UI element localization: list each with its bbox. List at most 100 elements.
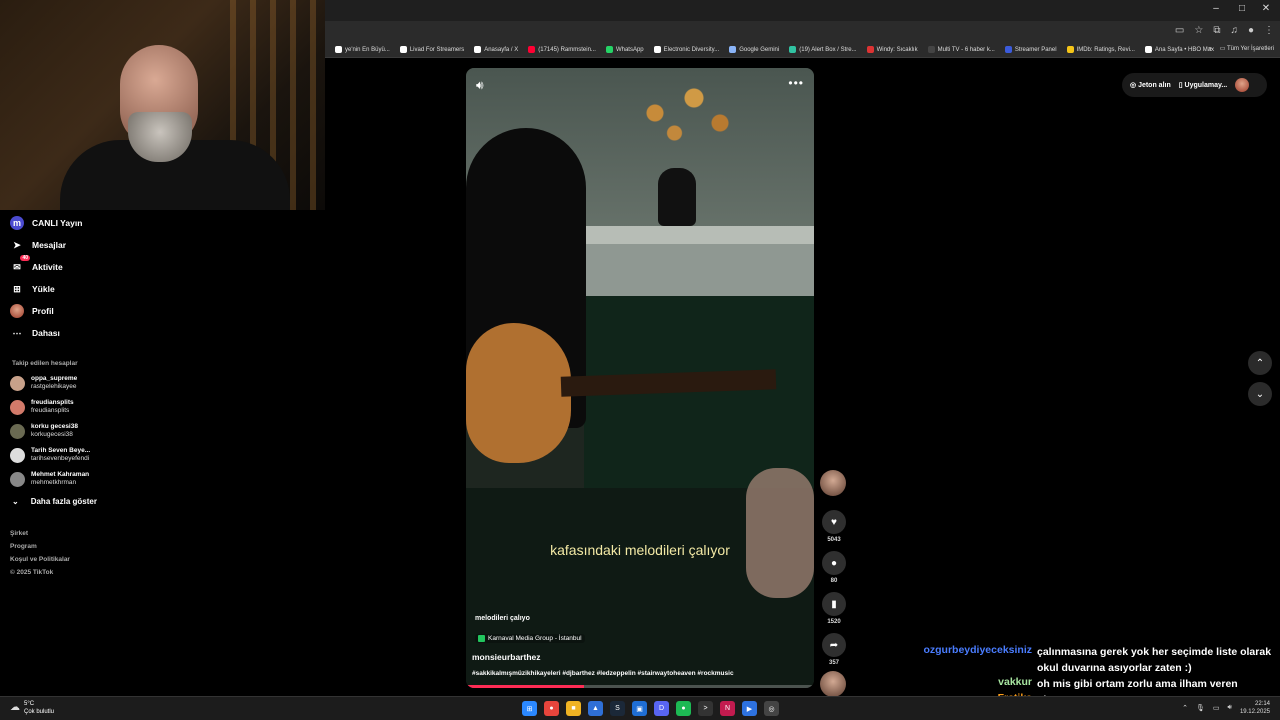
more-options-icon[interactable]: ••• <box>788 76 804 90</box>
footer-link[interactable]: Koşul ve Politikalar <box>10 556 70 563</box>
show-more-label: Daha fazla göster <box>30 497 97 506</box>
followed-account[interactable]: korku gecesi38 korkugecesi38 <box>10 423 78 439</box>
bookmark-favicon-icon <box>605 46 613 53</box>
bookmark-item[interactable]: IMDb: Ratings, Revi... <box>1066 46 1135 53</box>
bookmark-item[interactable]: WhatsApp <box>605 46 644 53</box>
bookmark-favicon-icon <box>789 46 797 53</box>
chrome-icon[interactable]: ● <box>544 701 559 716</box>
sidebar-item-upload[interactable]: ⊞ Yükle <box>10 282 54 296</box>
followed-account-text: freudiansplits freudiansplits <box>31 399 74 415</box>
creator-avatar[interactable] <box>820 470 846 496</box>
network-icon[interactable]: ▭ <box>1213 704 1220 712</box>
bookmark-item[interactable]: Ana Sayfa • HBO Max <box>1144 46 1214 53</box>
chevron-up-icon[interactable]: ⌃ <box>1182 704 1188 712</box>
followed-account[interactable]: Tarih Seven Beye... tarihsevenbeyefendi <box>10 447 90 463</box>
sidebar-item-label: Mesajlar <box>32 240 67 250</box>
terminal-icon[interactable]: > <box>698 701 713 716</box>
app-blue-icon[interactable]: ▲ <box>588 701 603 716</box>
bookmark-label: Streamer Panel <box>1014 46 1057 53</box>
video-player[interactable]: 🔊︎ ••• kafasındaki melodileri çalıyor me… <box>466 68 814 688</box>
video-hashtags[interactable]: #sakkikalmışmüzikhikayeleri #djbarthez #… <box>472 670 734 677</box>
plus-square-icon: ⊞ <box>13 283 21 294</box>
bookmark-item[interactable]: ye'nin En Büyü... <box>335 46 390 53</box>
followed-display-name: korku gecesi38 <box>31 423 78 430</box>
sidebar-item-profile[interactable]: Profil <box>10 304 54 318</box>
speaker-icon[interactable]: 🔊︎ <box>1228 704 1232 712</box>
maximize-button[interactable]: □ <box>1230 3 1254 14</box>
chat-message: ozgurbeydiyeceksiniz çalınmasına gerek yo… <box>900 644 1280 676</box>
bookmark-item[interactable]: Windy: Sıcaklık <box>866 46 918 53</box>
like-button[interactable]: ♥ <box>822 510 846 534</box>
extensions-icon[interactable]: ⧉ <box>1213 25 1220 36</box>
action-rail: ♥ 5043 ● 80 ▮ 1520 ➦ 357 <box>820 470 848 697</box>
bookmark-item[interactable]: Electronic Diversity... <box>653 46 720 53</box>
profile-icon[interactable]: ● <box>1248 25 1254 36</box>
chat-username: vakkur <box>998 676 1032 688</box>
get-app-label: Uygulamay... <box>1184 82 1228 89</box>
app-blue2-icon[interactable]: ▣ <box>632 701 647 716</box>
bookmarks-overflow-button[interactable]: » <box>1208 46 1211 52</box>
following-title: Takip edilen hesaplar <box>12 360 78 367</box>
sound-disc-avatar[interactable] <box>820 671 846 697</box>
steam-icon[interactable]: S <box>610 701 625 716</box>
followed-account[interactable]: freudiansplits freudiansplits <box>10 399 74 415</box>
sidebar-item-live[interactable]: m CANLI Yayın <box>10 216 82 230</box>
sidebar-item-more[interactable]: ⋯ Dahası <box>10 326 60 340</box>
weather-temp: 5°C <box>24 701 35 707</box>
app-red-icon[interactable]: N <box>720 701 735 716</box>
get-coins-button[interactable]: ◎ Jeton alın <box>1130 81 1171 89</box>
ellipsis-icon: ⋯ <box>12 327 22 338</box>
video-author[interactable]: monsieurbarthez <box>472 652 541 662</box>
sidebar-item-label: Profil <box>32 306 54 316</box>
chevron-up-icon: ⌃ <box>1255 357 1265 369</box>
sidebar-item-messages[interactable]: ➤ Mesajlar <box>10 238 66 252</box>
video-title: melodileri çalıyo <box>475 615 530 622</box>
discord-icon[interactable]: D <box>654 701 669 716</box>
media-icon[interactable]: ♫ <box>1230 25 1238 36</box>
followed-account[interactable]: Mehmet Kahraman mehmetkhrman <box>10 471 89 487</box>
footer-link[interactable]: Şirket <box>10 530 28 537</box>
followed-account[interactable]: oppa_supreme rastgelehikayee <box>10 375 77 391</box>
bookmark-item[interactable]: Google Gemini <box>729 46 779 53</box>
all-bookmarks-button[interactable]: ▭ Tüm Yer İşaretleri <box>1220 45 1274 52</box>
bookmark-item[interactable]: Streamer Panel <box>1004 46 1057 53</box>
bookmark-item[interactable]: Multi TV - 6 haber k... <box>927 46 995 53</box>
weather-widget[interactable]: ☁ 5°C Çok bulutlu <box>10 700 54 716</box>
spotify-icon[interactable]: ● <box>676 701 691 716</box>
music-link[interactable]: Karnaval Media Group - İstanbul <box>475 634 585 643</box>
user-avatar[interactable] <box>1235 78 1250 92</box>
bookmark-label: Electronic Diversity... <box>663 46 720 53</box>
bookmark-label: Livad For Streamers <box>409 46 465 53</box>
followed-display-name: freudiansplits <box>31 399 74 406</box>
bookmark-item[interactable]: Anasayfa / X <box>474 46 518 53</box>
video-progress-bar[interactable] <box>466 685 814 688</box>
share-button[interactable]: ➦ <box>822 633 846 657</box>
save-button[interactable]: ▮ <box>822 592 846 616</box>
star-icon[interactable]: ☆ <box>1194 25 1203 36</box>
minimize-button[interactable]: – <box>1204 3 1228 14</box>
get-app-button[interactable]: ▯ Uygulamay... <box>1179 81 1227 89</box>
chat-text: çalınmasına gerek yok her seçimde liste … <box>1037 646 1272 674</box>
followed-display-name: oppa_supreme <box>31 375 78 382</box>
menu-icon[interactable]: ⋮ <box>1264 25 1274 36</box>
bookmark-item[interactable]: Livad For Streamers <box>399 46 465 53</box>
notification-badge: 40 <box>20 255 30 261</box>
windows-start-icon[interactable]: ⊞ <box>522 701 537 716</box>
sidebar-item-activity[interactable]: ✉ 40 Aktivite <box>10 255 63 274</box>
volume-icon[interactable]: 🔊︎ <box>476 78 484 93</box>
previous-video-button[interactable]: ⌃ <box>1248 351 1272 375</box>
app-ring-icon[interactable]: ◎ <box>764 701 779 716</box>
close-button[interactable]: ✕ <box>1254 3 1278 14</box>
comment-button[interactable]: ● <box>822 551 846 575</box>
file-explorer-icon[interactable]: ■ <box>566 701 581 716</box>
microphone-icon[interactable]: 🎙︎ <box>1196 704 1205 712</box>
next-video-button[interactable]: ⌄ <box>1248 382 1272 406</box>
footer-link[interactable]: Program <box>10 543 37 550</box>
clock[interactable]: 22:14 19.12.2025 <box>1240 700 1270 716</box>
show-more-button[interactable]: ⌄ Daha fazla göster <box>12 497 97 506</box>
cast-icon[interactable]: ▭ <box>1175 25 1184 36</box>
bookmark-item[interactable]: (17145) Rammstein... <box>528 46 596 53</box>
avatar <box>10 375 25 391</box>
bookmark-item[interactable]: (19) Alert Box / Stre... <box>789 46 857 53</box>
app-blue3-icon[interactable]: ▶ <box>742 701 757 716</box>
